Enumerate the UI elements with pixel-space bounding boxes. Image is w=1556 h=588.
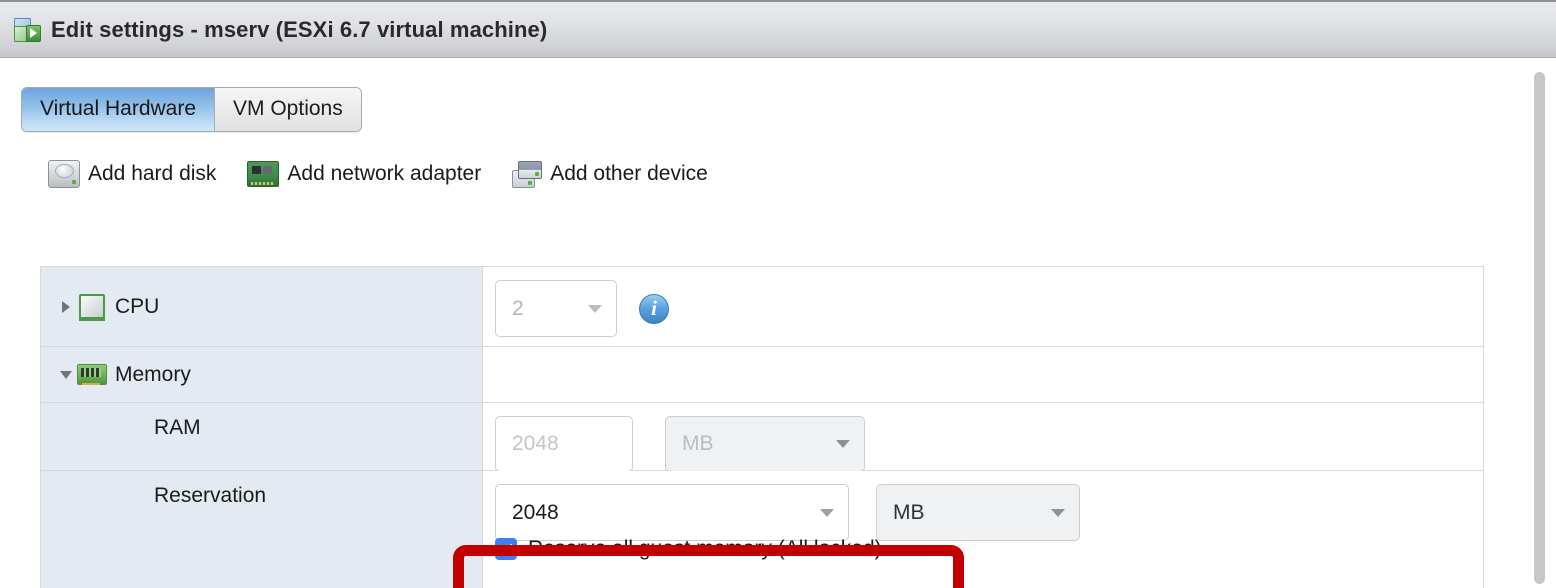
ram-label-cell: RAM — [41, 403, 483, 470]
cpu-icon — [79, 294, 105, 319]
memory-icon — [77, 364, 107, 385]
tab-virtual-hardware[interactable]: Virtual Hardware — [22, 88, 214, 131]
ram-value-cell: 2048 MB — [483, 403, 1483, 470]
cpu-count-dropdown[interactable]: 2 — [495, 280, 617, 337]
memory-label-cell: Memory — [41, 347, 483, 402]
cpu-value-cell: 2 i — [483, 267, 1483, 346]
chevron-right-icon[interactable] — [55, 301, 77, 313]
table-row-ram: RAM 2048 MB — [41, 403, 1483, 471]
ram-label: RAM — [41, 416, 201, 440]
device-toolbar: Add hard disk Add network adapter Add ot… — [48, 160, 739, 188]
tab-vm-options[interactable]: VM Options — [214, 88, 361, 131]
other-device-icon — [512, 161, 542, 188]
reservation-size-value: 2048 — [496, 501, 559, 525]
scrollbar-thumb[interactable] — [1534, 72, 1545, 584]
chevron-down-icon — [588, 305, 602, 313]
chevron-down-icon — [820, 509, 834, 517]
info-icon[interactable]: i — [639, 294, 669, 324]
add-other-device-label: Add other device — [550, 162, 708, 186]
vertical-scrollbar[interactable] — [1534, 68, 1545, 588]
cpu-label: CPU — [115, 295, 159, 319]
reservation-value-cell: 2048 MB Reserve all guest memory (All lo… — [483, 471, 1483, 588]
add-network-adapter-label: Add network adapter — [287, 162, 481, 186]
table-row-cpu: CPU 2 i — [41, 267, 1483, 347]
add-other-device-button[interactable]: Add other device — [512, 161, 708, 188]
reserve-all-guest-memory-row[interactable]: Reserve all guest memory (All locked) — [495, 537, 882, 561]
hardware-settings-table: CPU 2 i Memory — [40, 266, 1484, 588]
ram-size-value: 2048 — [496, 432, 559, 456]
reservation-size-dropdown[interactable]: 2048 — [495, 484, 849, 541]
add-hard-disk-button[interactable]: Add hard disk — [48, 160, 216, 188]
chevron-down-icon — [1051, 509, 1065, 517]
reservation-unit-dropdown[interactable]: MB — [876, 484, 1080, 541]
ram-size-input[interactable]: 2048 — [495, 416, 633, 472]
ram-unit-dropdown[interactable]: MB — [665, 416, 865, 472]
reserve-all-guest-memory-label: Reserve all guest memory (All locked) — [528, 537, 882, 561]
reservation-label: Reservation — [41, 484, 266, 508]
memory-value-cell — [483, 347, 1483, 402]
add-hard-disk-label: Add hard disk — [88, 162, 216, 186]
virtual-machine-icon — [12, 15, 42, 45]
add-network-adapter-button[interactable]: Add network adapter — [247, 161, 481, 187]
table-row-memory: Memory — [41, 347, 1483, 403]
tab-bar: Virtual Hardware VM Options — [21, 87, 362, 132]
chevron-down-icon[interactable] — [55, 371, 77, 379]
reserve-all-guest-memory-checkbox[interactable] — [495, 538, 517, 560]
memory-label: Memory — [115, 363, 191, 387]
window-title: Edit settings - mserv (ESXi 6.7 virtual … — [51, 17, 547, 43]
window-titlebar: Edit settings - mserv (ESXi 6.7 virtual … — [0, 0, 1556, 58]
chevron-down-icon — [836, 440, 850, 448]
ram-unit-value: MB — [666, 432, 714, 456]
reservation-unit-value: MB — [877, 501, 925, 525]
table-row-reservation: Reservation 2048 MB Reserve all guest me… — [41, 471, 1483, 588]
reservation-label-cell: Reservation — [41, 471, 483, 588]
network-adapter-icon — [247, 161, 279, 187]
hard-disk-icon — [48, 160, 80, 188]
cpu-count-value: 2 — [496, 297, 524, 321]
cpu-label-cell: CPU — [41, 267, 483, 346]
dialog-body: Virtual Hardware VM Options Add hard dis… — [0, 58, 1556, 588]
